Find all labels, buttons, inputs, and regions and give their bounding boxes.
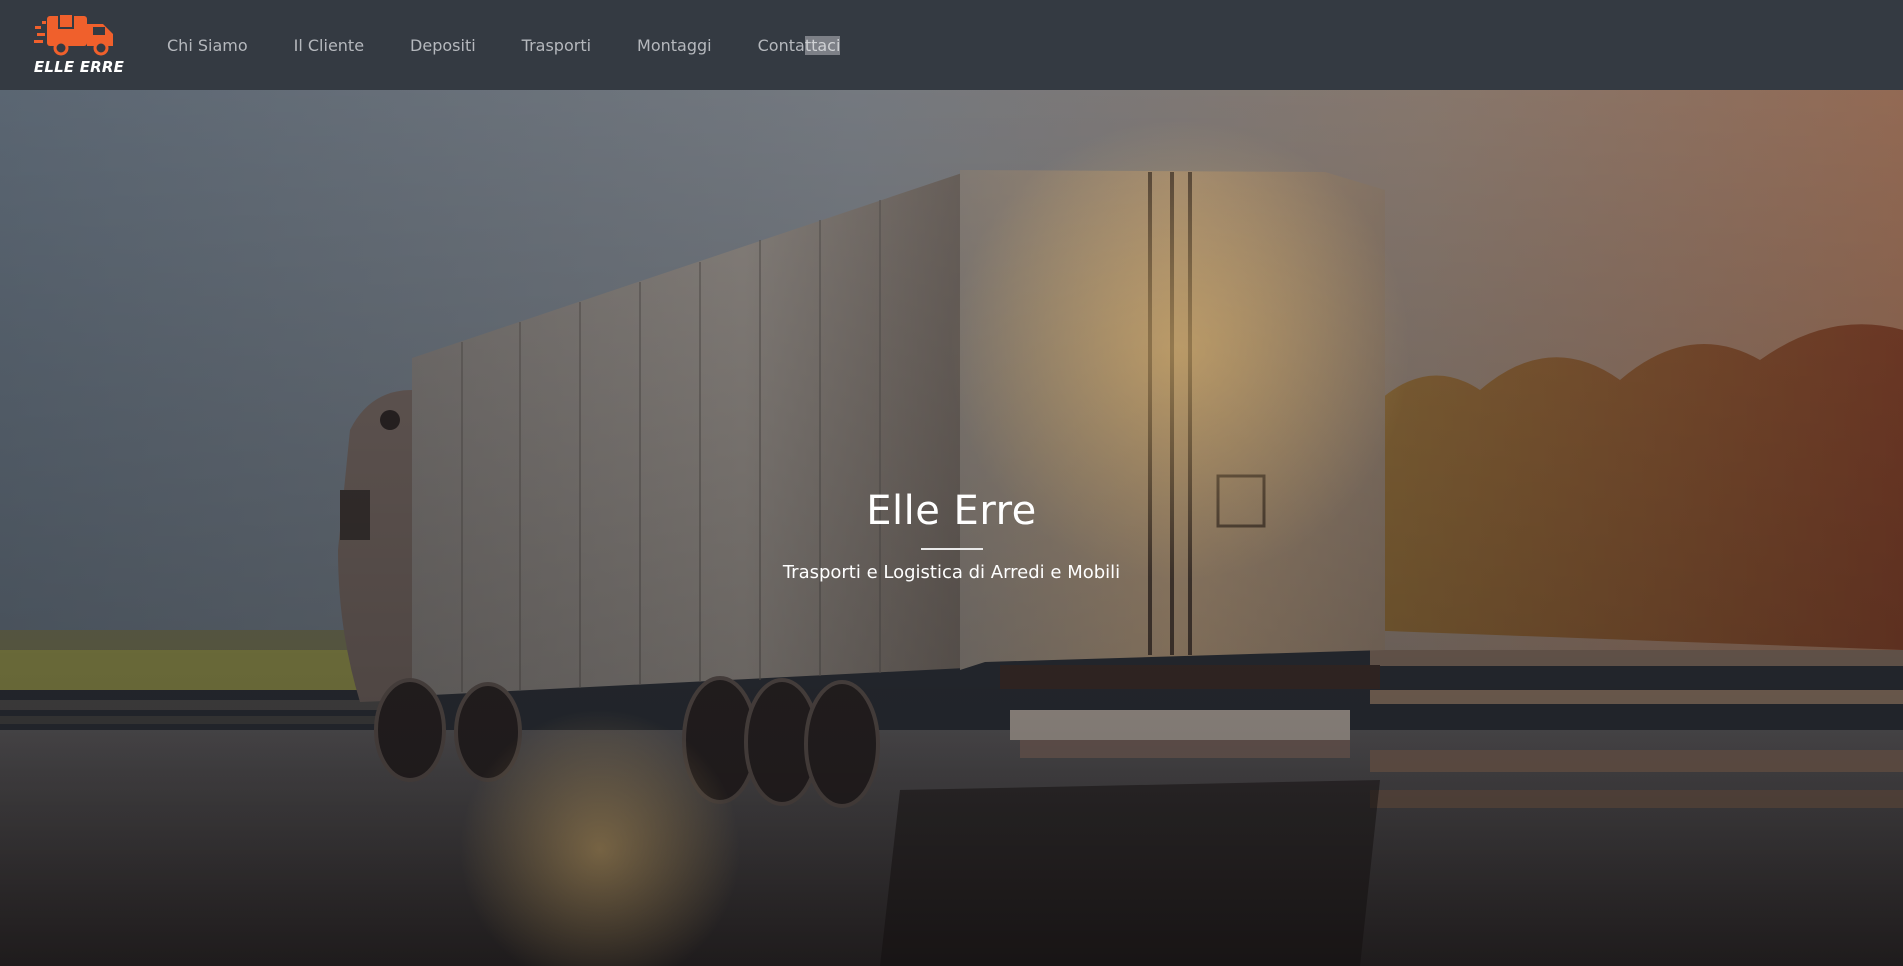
nav-contattaci-selected-text: ttaci [804,35,841,55]
nav-montaggi[interactable]: Montaggi [637,36,712,55]
nav-trasporti[interactable]: Trasporti [522,36,591,55]
hero-subtitle: Trasporti e Logistica di Arredi e Mobili [782,562,1121,583]
hero-section: Elle Erre Trasporti e Logistica di Arred… [0,90,1903,966]
nav-contattaci-prefix: Conta [757,35,805,55]
hero-title: Elle Erre [866,488,1037,534]
nav-il-cliente[interactable]: Il Cliente [294,36,364,55]
brand-logo[interactable]: ELLE ERRE [33,12,125,80]
main-navigation: Chi Siamo Il Cliente Depositi Trasporti … [167,0,886,90]
nav-chi-siamo[interactable]: Chi Siamo [167,36,248,55]
nav-depositi[interactable]: Depositi [410,36,476,55]
truck-logo-icon [34,13,113,56]
logo-text: ELLE ERRE [33,58,125,76]
hero-divider [920,548,983,550]
top-navbar: ELLE ERRE Chi Siamo Il Cliente Depositi … [0,0,1903,90]
nav-contattaci[interactable]: Contattaci [757,35,841,55]
hero-text-block: Elle Erre Trasporti e Logistica di Arred… [0,488,1903,583]
